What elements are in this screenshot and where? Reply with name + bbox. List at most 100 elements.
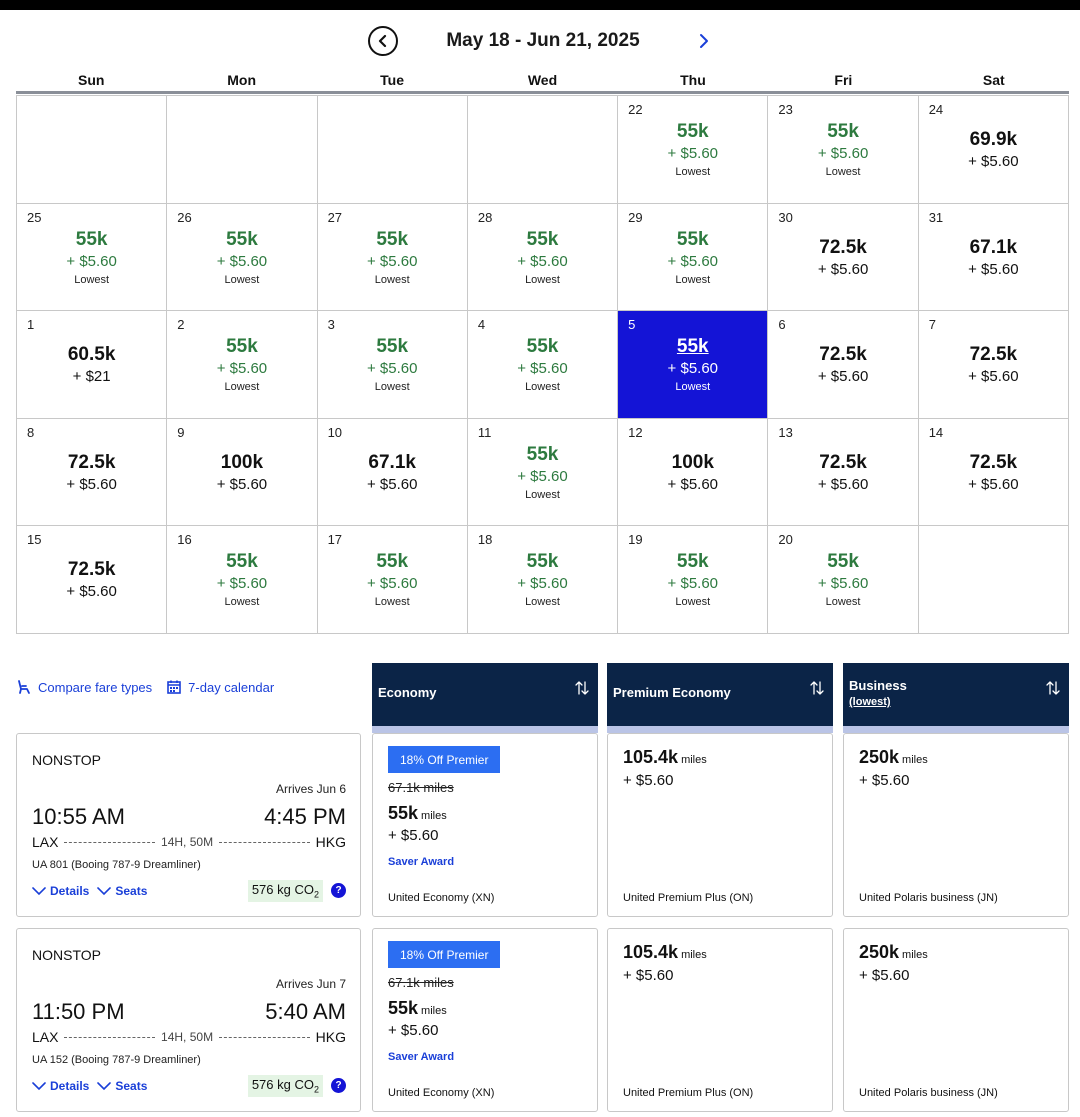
flight-aircraft: UA 152 (Booing 787-9 Dreamliner) — [32, 1054, 201, 1066]
day-fee: + $5.60 — [817, 145, 869, 162]
day-miles: 72.5k — [969, 344, 1018, 365]
route-dash — [64, 1036, 156, 1038]
day-fare: 55k + $5.60 Lowest — [17, 228, 166, 288]
calendar-empty-cell — [317, 96, 468, 204]
day-fee: + $5.60 — [667, 252, 719, 270]
calendar-day-cell[interactable]: 30 72.5k + $5.60 — [768, 203, 919, 311]
calendar-day-cell[interactable]: 1 60.5k + $21 — [17, 311, 168, 419]
seven-day-calendar-link[interactable]: 7-day calendar — [166, 679, 274, 695]
calendar-day-cell[interactable]: 8 72.5k + $5.60 — [17, 418, 168, 526]
day-number: 29 — [628, 209, 643, 225]
calendar-day-cell[interactable]: 31 67.1k + $5.60 — [918, 203, 1069, 311]
day-fee: + $5.60 — [667, 145, 719, 162]
calendar-day-cell[interactable]: 9 100k + $5.60 — [167, 418, 318, 526]
seats-toggle[interactable]: Seats — [97, 1079, 147, 1093]
economy-fare-cell[interactable]: 18% Off Premier 67.1k miles 55k miles + $… — [372, 733, 598, 917]
day-miles: 55k — [376, 336, 409, 357]
calendar-day-cell[interactable]: 27 55k + $5.60 Lowest — [317, 203, 468, 311]
calendar-day-cell[interactable]: 6 72.5k + $5.60 — [768, 311, 919, 419]
day-number: 1 — [27, 317, 35, 332]
calendar-day-cell[interactable]: 12 100k + $5.60 — [618, 418, 769, 526]
calendar-day-cell[interactable]: 14 72.5k + $5.60 — [918, 418, 1069, 526]
business-header-sublabel[interactable]: (lowest) — [849, 696, 891, 708]
top-bar — [0, 0, 1080, 10]
calendar-day-cell[interactable]: 29 55k + $5.60 Lowest — [618, 203, 769, 311]
economy-column-header[interactable]: Economy — [372, 663, 598, 733]
day-fare: 55k + $5.60 Lowest — [167, 550, 316, 610]
day-miles: 72.5k — [819, 236, 867, 258]
miles-value: 105.4k — [623, 747, 679, 767]
premium-economy-fare-cell[interactable]: 105.4k miles + $5.60 United Premium Plus … — [607, 928, 833, 1112]
stops-label: NONSTOP — [32, 752, 101, 768]
details-toggle[interactable]: Details — [32, 1079, 89, 1093]
calendar-day-cell[interactable]: 7 72.5k + $5.60 — [918, 311, 1069, 419]
compare-fare-types-link[interactable]: Compare fare types — [16, 679, 152, 695]
calendar-day-cell[interactable]: 16 55k + $5.60 Lowest — [167, 526, 318, 634]
day-number: 31 — [928, 209, 944, 225]
next-month-button[interactable] — [692, 28, 716, 54]
fare-class-name: United Polaris business (JN) — [859, 892, 998, 904]
day-fare: 67.1k + $5.60 — [919, 236, 1068, 280]
day-fare: 100k + $5.60 — [618, 451, 767, 495]
day-miles: 60.5k — [67, 344, 116, 365]
previous-month-button[interactable] — [368, 26, 398, 56]
lowest-label: Lowest — [374, 273, 410, 286]
calendar-day-cell[interactable]: 23 55k + $5.60 Lowest — [768, 96, 919, 204]
seat-icon — [18, 680, 30, 694]
original-miles: 67.1k miles — [388, 975, 454, 990]
calendar-day-cell[interactable]: 19 55k + $5.60 Lowest — [618, 526, 769, 634]
calendar-empty-cell — [918, 526, 1069, 634]
day-number: 5 — [628, 317, 636, 332]
calendar-day-cell[interactable]: 11 55k + $5.60 Lowest — [467, 418, 619, 526]
day-miles: 55k — [676, 551, 709, 572]
seats-toggle[interactable]: Seats — [97, 884, 147, 898]
departure-time: 11:50 PM — [32, 999, 125, 1024]
premium-economy-column-header[interactable]: Premium Economy — [607, 663, 833, 733]
seats-label: Seats — [115, 884, 148, 898]
day-number: 23 — [778, 102, 793, 117]
economy-header-label: Economy — [378, 685, 437, 700]
calendar-day-cell[interactable]: 10 67.1k + $5.60 — [317, 418, 468, 526]
calendar-day-cell[interactable]: 17 55k + $5.60 Lowest — [317, 526, 468, 634]
day-number: 26 — [177, 209, 192, 225]
business-column-header[interactable]: Business (lowest) — [843, 663, 1069, 733]
calendar-day-cell[interactable]: 3 55k + $5.60 Lowest — [317, 311, 468, 419]
co2-subscript: 2 — [313, 889, 319, 900]
day-fare: 72.5k + $5.60 — [17, 558, 166, 602]
economy-fare-cell[interactable]: 18% Off Premier 67.1k miles 55k miles + $… — [372, 928, 598, 1112]
day-fare: 72.5k + $5.60 — [17, 451, 166, 495]
calendar-day-cell[interactable]: 2 55k + $5.60 Lowest — [167, 311, 318, 419]
calendar-day-cell[interactable]: 24 69.9k + $5.60 — [918, 96, 1069, 204]
fare-miles: 55k miles — [388, 998, 447, 1019]
miles-value: 250k — [859, 942, 900, 962]
day-fee: + $5.60 — [517, 467, 568, 485]
info-icon[interactable]: ? — [331, 1078, 346, 1094]
calendar-day-cell[interactable]: 20 55k + $5.60 Lowest — [768, 526, 919, 634]
lowest-label: Lowest — [224, 381, 260, 393]
calendar-day-cell-selected[interactable]: 5 55k + $5.60 Lowest — [618, 311, 769, 419]
calendar-day-cell[interactable]: 18 55k + $5.60 Lowest — [467, 526, 619, 634]
fare-tools-links: Compare fare types 7-day calendar — [16, 676, 288, 698]
arrival-time: 5:40 AM — [265, 999, 346, 1024]
calendar-day-cell[interactable]: 4 55k + $5.60 Lowest — [467, 311, 619, 419]
calendar-day-cell[interactable]: 13 72.5k + $5.60 — [768, 418, 919, 526]
calendar-day-cell[interactable]: 26 55k + $5.60 Lowest — [167, 203, 318, 311]
business-fare-cell[interactable]: 250k miles + $5.60 United Polaris busines… — [843, 733, 1069, 917]
calendar-day-cell[interactable]: 25 55k + $5.60 Lowest — [17, 203, 168, 311]
day-fee: + $5.60 — [817, 475, 869, 493]
premium-economy-fare-cell[interactable]: 105.4k miles + $5.60 United Premium Plus … — [607, 733, 833, 917]
calendar-day-cell[interactable]: 22 55k + $5.60 Lowest — [618, 96, 769, 204]
fare-fee: + $5.60 — [388, 1022, 439, 1039]
calendar-day-cell[interactable]: 15 72.5k + $5.60 — [17, 526, 168, 634]
day-miles: 72.5k — [819, 451, 867, 473]
details-toggle[interactable]: Details — [32, 884, 89, 898]
business-fare-cell[interactable]: 250k miles + $5.60 United Polaris busines… — [843, 928, 1069, 1112]
day-fee: + $5.60 — [667, 575, 719, 592]
calendar-day-cell[interactable]: 28 55k + $5.60 Lowest — [467, 203, 619, 311]
info-icon[interactable]: ? — [331, 883, 346, 899]
lowest-label: Lowest — [74, 273, 110, 286]
miles-value: 55k — [388, 998, 419, 1018]
day-fare: 69.9k + $5.60 — [919, 128, 1068, 172]
day-fee: + $5.60 — [968, 368, 1019, 385]
co2-emissions: 576 kg CO2 ? — [247, 880, 346, 902]
